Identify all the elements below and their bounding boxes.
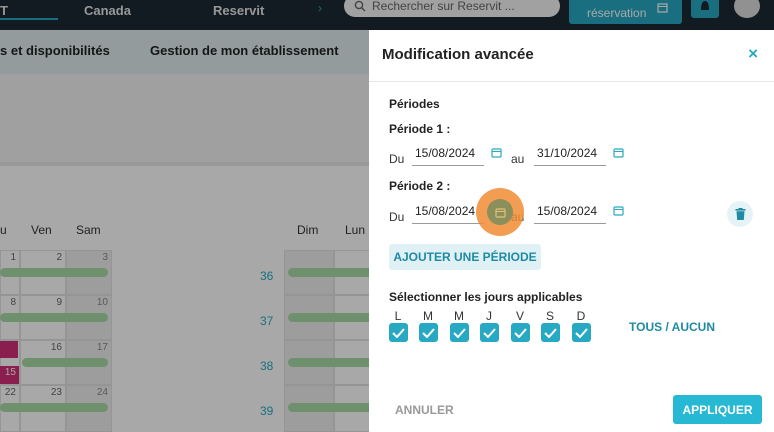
advanced-edit-panel: Modification avancée × Périodes Période … <box>369 30 774 432</box>
day-label-saturday: S <box>545 309 554 323</box>
check-icon <box>483 327 496 338</box>
checkbox-tuesday[interactable] <box>419 323 438 342</box>
close-button[interactable]: × <box>748 44 758 64</box>
period-1-start-input[interactable]: 15/08/2024 <box>412 142 484 166</box>
period-2-label: Période 2 : <box>389 179 451 193</box>
panel-title: Modification avancée <box>382 46 534 63</box>
delete-period-button[interactable] <box>727 201 753 227</box>
period-2-start-calendar-button[interactable] <box>487 199 513 225</box>
apply-button[interactable]: APPLIQUER <box>673 395 762 424</box>
day-label-monday: L <box>394 309 402 323</box>
du-label: Du <box>389 210 405 224</box>
period-2-end-input[interactable]: 15/08/2024 <box>534 200 606 224</box>
checkbox-wednesday[interactable] <box>450 323 469 342</box>
day-label-thursday: J <box>486 309 492 323</box>
period-1-end-input[interactable]: 31/10/2024 <box>534 142 606 166</box>
periods-title: Périodes <box>389 97 440 111</box>
day-label-friday: V <box>515 309 524 323</box>
day-label-sunday: D <box>576 309 586 323</box>
check-icon <box>514 327 527 338</box>
select-all-none-link[interactable]: TOUS / AUCUN <box>629 320 715 334</box>
checkbox-thursday[interactable] <box>480 323 499 342</box>
calendar-icon[interactable] <box>613 147 624 158</box>
day-label-wednesday: M <box>454 309 464 323</box>
period-1-label: Période 1 : <box>389 122 451 136</box>
checkbox-friday[interactable] <box>511 323 530 342</box>
check-icon <box>422 327 435 338</box>
check-icon <box>392 327 405 338</box>
cancel-button[interactable]: ANNULER <box>395 403 454 417</box>
panel-header: Modification avancée × <box>369 30 774 82</box>
add-period-button[interactable]: AJOUTER UNE PÉRIODE <box>389 244 541 270</box>
du-label: Du <box>389 152 405 166</box>
check-icon <box>544 327 557 338</box>
day-label-tuesday: M <box>423 309 433 323</box>
checkbox-sunday[interactable] <box>572 323 591 342</box>
checkbox-saturday[interactable] <box>541 323 560 342</box>
calendar-icon[interactable] <box>491 147 502 158</box>
calendar-icon[interactable] <box>613 205 624 216</box>
check-icon <box>575 327 588 338</box>
calendar-icon <box>494 207 506 218</box>
days-title: Sélectionner les jours applicables <box>389 290 583 304</box>
trash-icon <box>735 208 745 220</box>
checkbox-monday[interactable] <box>389 323 408 342</box>
click-highlight <box>476 188 524 236</box>
period-2-start-input[interactable]: 15/08/2024 <box>412 200 484 224</box>
check-icon <box>453 327 466 338</box>
au-label: au <box>511 152 525 166</box>
